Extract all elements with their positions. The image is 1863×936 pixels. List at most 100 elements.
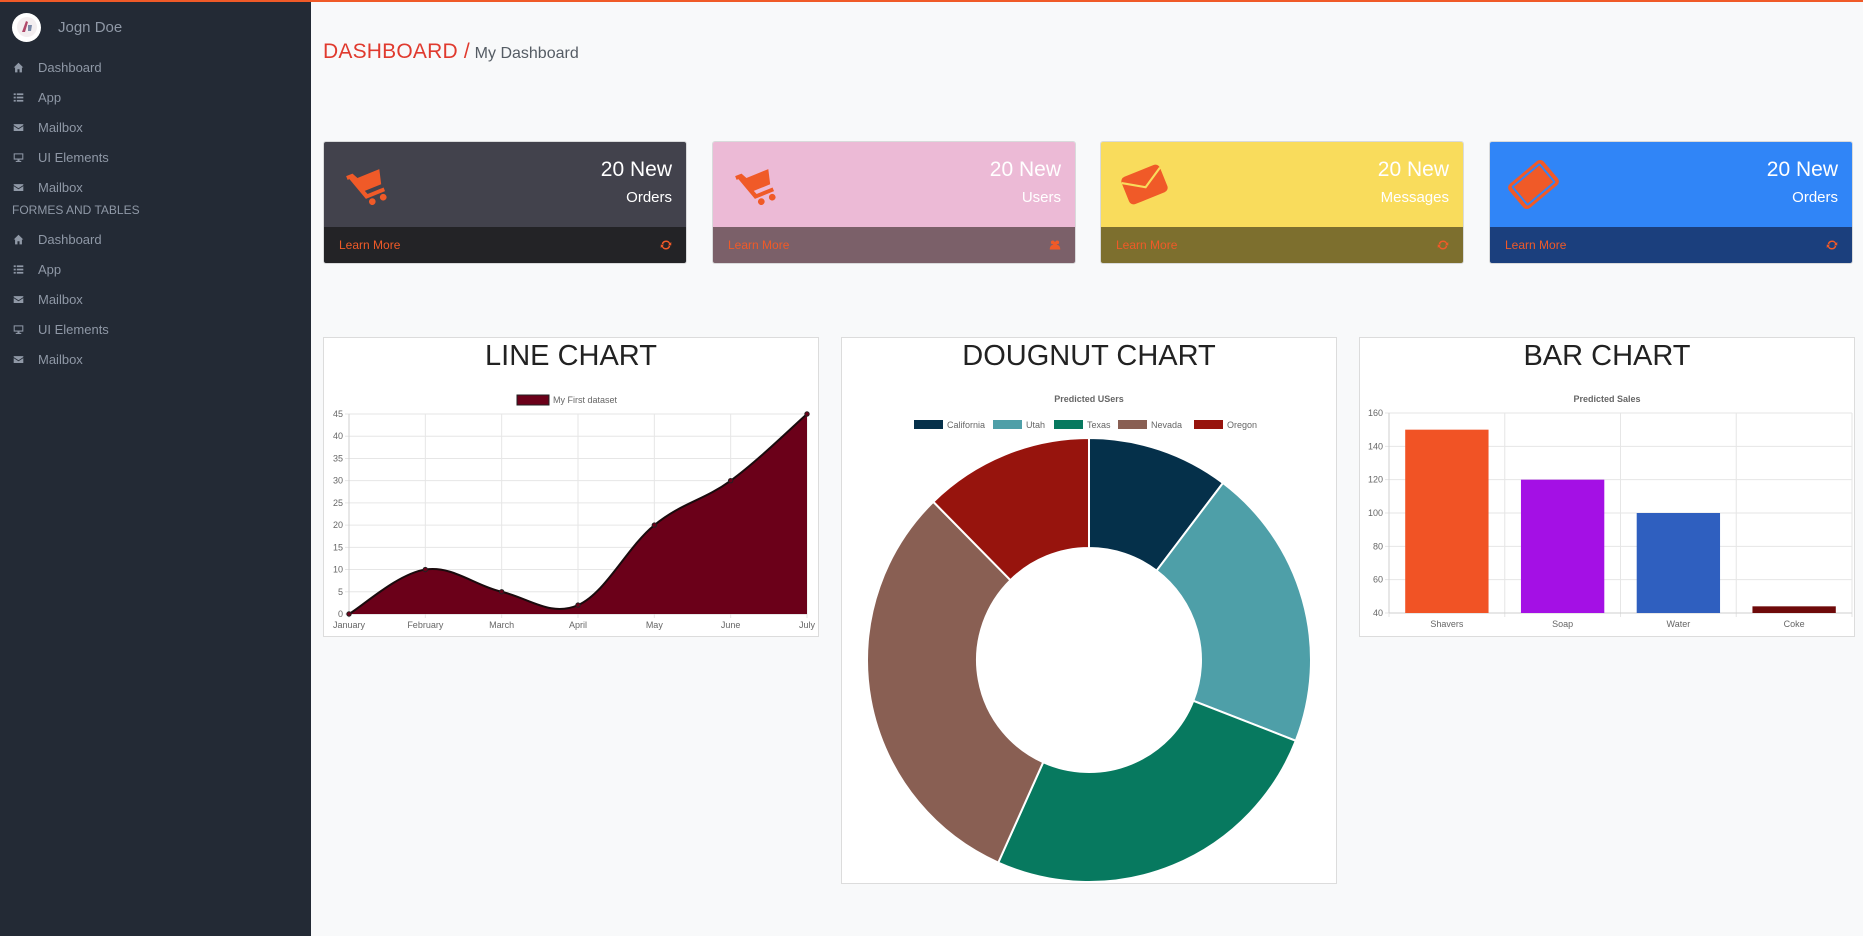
legend-swatch[interactable]: [516, 394, 550, 406]
sidebar-item[interactable]: Mailbox: [13, 118, 83, 136]
stat-card-number: 20 New: [600, 158, 672, 181]
sidebar-item[interactable]: UI Elements: [13, 320, 109, 338]
stat-card: 20 New Orders Learn More: [323, 141, 687, 264]
data-point[interactable]: [498, 589, 505, 595]
learn-more-link[interactable]: Learn More: [1505, 238, 1566, 252]
envelope-icon: [13, 123, 24, 131]
envelope-icon: [13, 183, 24, 191]
learn-more-link[interactable]: Learn More: [728, 238, 789, 252]
sidebar-item[interactable]: Dashboard: [13, 58, 102, 76]
sidebar-item-label: Mailbox: [38, 179, 83, 195]
y-tick-label: 160: [1368, 408, 1383, 418]
legend-label: Texas: [1087, 420, 1111, 430]
doughnut-chart: Predicted USers California Utah Texas Nevada…: [866, 394, 1312, 883]
breadcrumb-current: My Dashboard: [474, 45, 579, 62]
y-tick-label: 40: [333, 431, 343, 441]
line-chart-panel: LINE CHART 0 5 10 15 20 25 30 35 40 45 January Febr…: [323, 337, 819, 637]
bar-chart: Predicted Sales 40 60 80 100 120 140 160 Shavers…: [1368, 394, 1853, 629]
y-tick-label: 35: [333, 453, 343, 463]
legend-label: Utah: [1026, 420, 1045, 430]
sidebar-section-title: FORMES AND TABLES: [12, 203, 140, 217]
stat-card-number: 20 New: [1766, 158, 1838, 181]
legend-swatch[interactable]: [1118, 420, 1147, 429]
sidebar-item[interactable]: Mailbox: [13, 350, 83, 368]
x-tick-label: February: [407, 620, 444, 630]
envelope-icon: [13, 295, 24, 303]
shopping-cart-icon: [346, 169, 387, 205]
list-icon: [13, 264, 24, 274]
users-icon[interactable]: [1049, 239, 1061, 251]
y-tick-label: 40: [1373, 608, 1383, 618]
x-tick-label: March: [489, 620, 514, 630]
y-tick-label: 45: [333, 409, 343, 419]
desktop-icon: [13, 324, 24, 334]
sidebar-item-label: UI Elements: [38, 321, 109, 337]
legend-swatch[interactable]: [1194, 420, 1223, 429]
envelope-icon: [1121, 164, 1168, 205]
x-tick-label: Soap: [1552, 619, 1573, 629]
sidebar-item[interactable]: Mailbox: [13, 178, 83, 196]
y-tick-label: 140: [1368, 441, 1383, 451]
y-tick-label: 20: [333, 520, 343, 530]
x-tick-label: May: [646, 620, 664, 630]
data-point[interactable]: [727, 477, 734, 484]
sidebar-item-label: App: [38, 261, 62, 277]
stat-card: 20 New Orders Learn More: [1489, 141, 1853, 264]
stat-card-number: 20 New: [1377, 158, 1449, 181]
legend-swatch[interactable]: [993, 420, 1022, 429]
data-point[interactable]: [651, 522, 658, 528]
sidebar-item[interactable]: App: [13, 88, 61, 106]
legend-label: My First dataset: [553, 395, 618, 405]
sidebar-item[interactable]: UI Elements: [13, 148, 109, 166]
y-tick-label: 30: [333, 476, 343, 486]
stat-card-label: Messages: [1380, 189, 1449, 206]
data-point[interactable]: [575, 602, 581, 608]
user-name: Jogn Doe: [58, 18, 123, 36]
y-tick-label: 10: [333, 565, 343, 575]
sidebar-item-label: Mailbox: [38, 351, 83, 367]
learn-more-link[interactable]: Learn More: [339, 238, 400, 252]
shopping-cart-icon: [735, 169, 776, 205]
x-tick-label: Water: [1667, 619, 1691, 629]
bar[interactable]: [1752, 606, 1836, 613]
refresh-icon[interactable]: [1826, 239, 1838, 251]
sidebar-item-label: Dashboard: [38, 59, 102, 75]
bar[interactable]: [1636, 513, 1721, 613]
page-title[interactable]: DASHBOARD: [323, 40, 458, 64]
legend-label: California: [947, 420, 985, 430]
y-tick-label: 60: [1373, 575, 1383, 585]
refresh-icon[interactable]: [660, 239, 672, 251]
legend-swatch[interactable]: [914, 420, 943, 429]
sidebar-item[interactable]: Mailbox: [13, 290, 83, 308]
stat-card-label: Orders: [626, 189, 672, 206]
sidebar-item[interactable]: App: [13, 260, 61, 278]
bar[interactable]: [1520, 479, 1605, 613]
desktop-icon: [13, 152, 24, 162]
sidebar-item-label: Mailbox: [38, 291, 83, 307]
sidebar-item-label: UI Elements: [38, 149, 109, 165]
bar[interactable]: [1405, 429, 1489, 613]
user-profile[interactable]: Jogn Doe: [12, 12, 122, 42]
y-tick-label: 15: [333, 542, 343, 552]
x-tick-label: July: [799, 620, 816, 630]
data-point[interactable]: [804, 411, 810, 417]
stat-card-number: 20 New: [989, 158, 1061, 181]
x-tick-label: January: [333, 620, 366, 630]
y-tick-label: 120: [1368, 475, 1383, 485]
legend-swatch[interactable]: [1054, 420, 1083, 429]
doughnut-chart-panel: DOUGNUT CHART Predicted USers California U…: [841, 337, 1337, 884]
list-icon: [13, 92, 24, 102]
sidebar: Jogn Doe Dashboard App Mailbox UI Elements M…: [0, 2, 311, 936]
sidebar-item-label: Dashboard: [38, 231, 102, 247]
avatar[interactable]: [12, 12, 41, 42]
learn-more-link[interactable]: Learn More: [1116, 238, 1177, 252]
chart-subtitle: Predicted Sales: [1573, 394, 1640, 404]
y-tick-label: 25: [333, 498, 343, 508]
tablet-icon: [1508, 159, 1559, 210]
doughnut-segment[interactable]: [996, 699, 1298, 883]
refresh-icon[interactable]: [1437, 239, 1449, 251]
data-point[interactable]: [422, 566, 429, 573]
bar-chart-panel: BAR CHART Predicted Sales 40 60 80 100 120 140…: [1359, 337, 1855, 637]
sidebar-item[interactable]: Dashboard: [13, 230, 102, 248]
data-point[interactable]: [346, 611, 352, 617]
